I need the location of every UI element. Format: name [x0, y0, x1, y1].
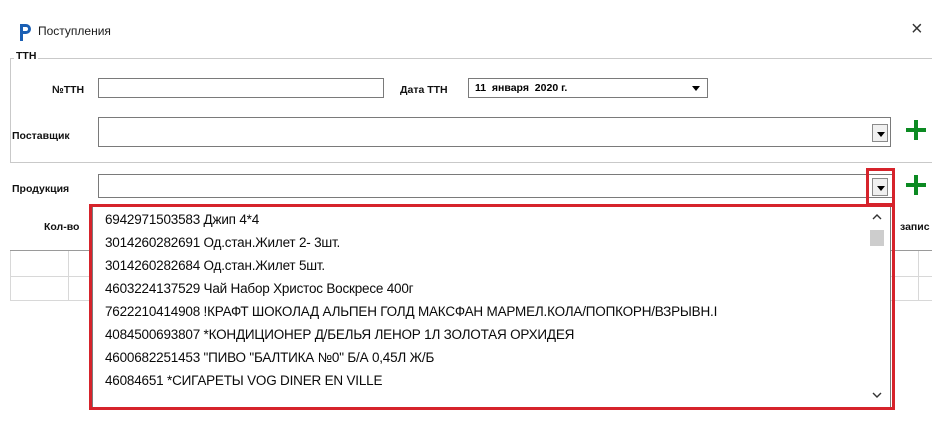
add-product-button[interactable] — [905, 174, 927, 196]
ttn-date-value: 11 января 2020 г. — [475, 82, 568, 94]
app-logo-icon — [18, 22, 32, 42]
date-dropdown-button[interactable] — [688, 79, 704, 98]
ttn-number-input[interactable] — [98, 78, 384, 98]
window-title: Поступления — [38, 24, 111, 38]
supplier-dropdown-button[interactable] — [872, 124, 888, 142]
chevron-down-icon — [877, 132, 885, 137]
ttn-date-label: Дата ТТН — [400, 84, 448, 96]
add-supplier-button[interactable] — [905, 119, 927, 141]
table-header-qty: Кол-во — [44, 221, 80, 233]
chevron-down-icon — [692, 86, 700, 91]
table-header-record: запис — [900, 221, 930, 233]
product-label: Продукция — [12, 183, 70, 195]
close-button[interactable]: × — [911, 18, 931, 40]
supplier-combobox[interactable] — [98, 117, 891, 147]
dropdown-list-highlight — [89, 204, 895, 410]
close-icon: × — [911, 18, 923, 40]
supplier-label: Поставщик — [12, 130, 70, 142]
ttn-number-label: №ТТН — [52, 84, 85, 96]
product-combobox[interactable] — [98, 174, 894, 198]
ttn-group-label: ТТН — [14, 50, 39, 62]
ttn-group-frame — [10, 58, 932, 163]
ttn-date-picker[interactable]: 11 января 2020 г. — [468, 78, 708, 98]
dropdown-button-highlight — [866, 168, 895, 206]
